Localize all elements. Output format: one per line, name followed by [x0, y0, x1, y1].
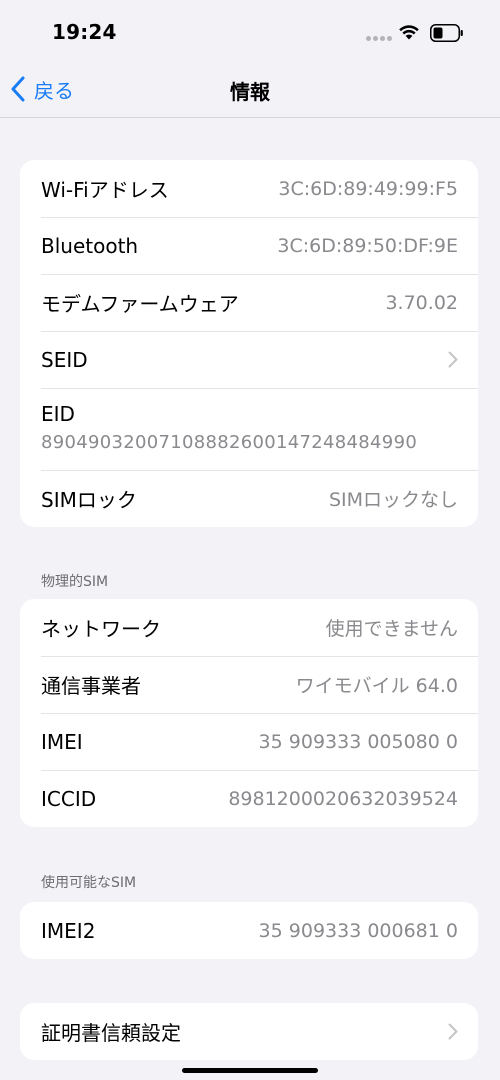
row-imei2: IMEI2 35 909333 000681 0: [20, 902, 478, 959]
row-label: Wi-Fiアドレス: [41, 178, 169, 202]
info-group: Wi-Fiアドレス 3C:6D:89:49:99:F5 Bluetooth 3C…: [20, 160, 478, 527]
row-wifi-address: Wi-Fiアドレス 3C:6D:89:49:99:F5: [20, 160, 478, 217]
status-time: 19:24: [52, 20, 117, 44]
row-value: SIMロックなし: [328, 489, 458, 511]
row-value: 3C:6D:89:49:99:F5: [278, 177, 458, 200]
row-label: モデムファームウェア: [41, 292, 239, 316]
row-sim-lock: SIMロック SIMロックなし: [20, 470, 478, 527]
row-carrier: 通信事業者 ワイモバイル 64.0: [20, 656, 478, 713]
row-label: SIMロック: [41, 488, 137, 512]
row-bluetooth: Bluetooth 3C:6D:89:50:DF:9E: [20, 217, 478, 274]
row-label: IMEI: [41, 729, 83, 754]
wifi-icon: [399, 25, 419, 40]
signal-dots-icon: [366, 36, 394, 42]
page-title: 情報: [230, 80, 270, 104]
eid-value: 89049032007108882600147248484990: [41, 432, 418, 453]
chevron-right-icon: [448, 351, 458, 368]
row-label: 通信事業者: [41, 674, 141, 698]
row-value: 使用できません: [325, 618, 458, 640]
battery-icon: [430, 24, 463, 42]
row-label: ネットワーク: [41, 617, 161, 641]
row-value: 8981200020632039524: [228, 787, 458, 810]
row-imei: IMEI 35 909333 005080 0: [20, 713, 478, 770]
row-value: 3.70.02: [385, 291, 458, 314]
row-label: SEID: [41, 347, 88, 372]
row-seid[interactable]: SEID: [20, 331, 478, 388]
physical-sim-group: ネットワーク 使用できません 通信事業者 ワイモバイル 64.0 IMEI 35…: [20, 599, 478, 827]
row-value: 35 909333 000681 0: [258, 919, 458, 942]
section-header-physical-sim: 物理的SIM: [41, 574, 109, 590]
navigation-bar: 戻る 情報: [0, 64, 500, 118]
row-iccid: ICCID 8981200020632039524: [20, 770, 478, 827]
row-value: 35 909333 005080 0: [258, 730, 458, 753]
row-label: 証明書信頼設定: [41, 1021, 181, 1045]
row-certificate-trust-settings[interactable]: 証明書信頼設定: [20, 1003, 478, 1060]
status-bar: 19:24: [0, 0, 500, 64]
row-label: ICCID: [41, 786, 97, 811]
certificate-group: 証明書信頼設定: [20, 1003, 478, 1060]
row-modem-firmware: モデムファームウェア 3.70.02: [20, 274, 478, 331]
row-label: EID: [41, 402, 75, 426]
row-network: ネットワーク 使用できません: [20, 599, 478, 656]
section-header-available-sim: 使用可能なSIM: [41, 875, 137, 891]
row-value: 3C:6D:89:50:DF:9E: [277, 234, 458, 257]
row-value: ワイモバイル 64.0: [295, 675, 458, 697]
row-label: Bluetooth: [41, 233, 139, 258]
chevron-right-icon: [448, 1023, 458, 1040]
available-sim-group: IMEI2 35 909333 000681 0: [20, 902, 478, 959]
row-label: IMEI2: [41, 918, 96, 943]
row-eid: EID 89049032007108882600147248484990: [20, 388, 478, 470]
home-indicator[interactable]: [182, 1068, 318, 1073]
